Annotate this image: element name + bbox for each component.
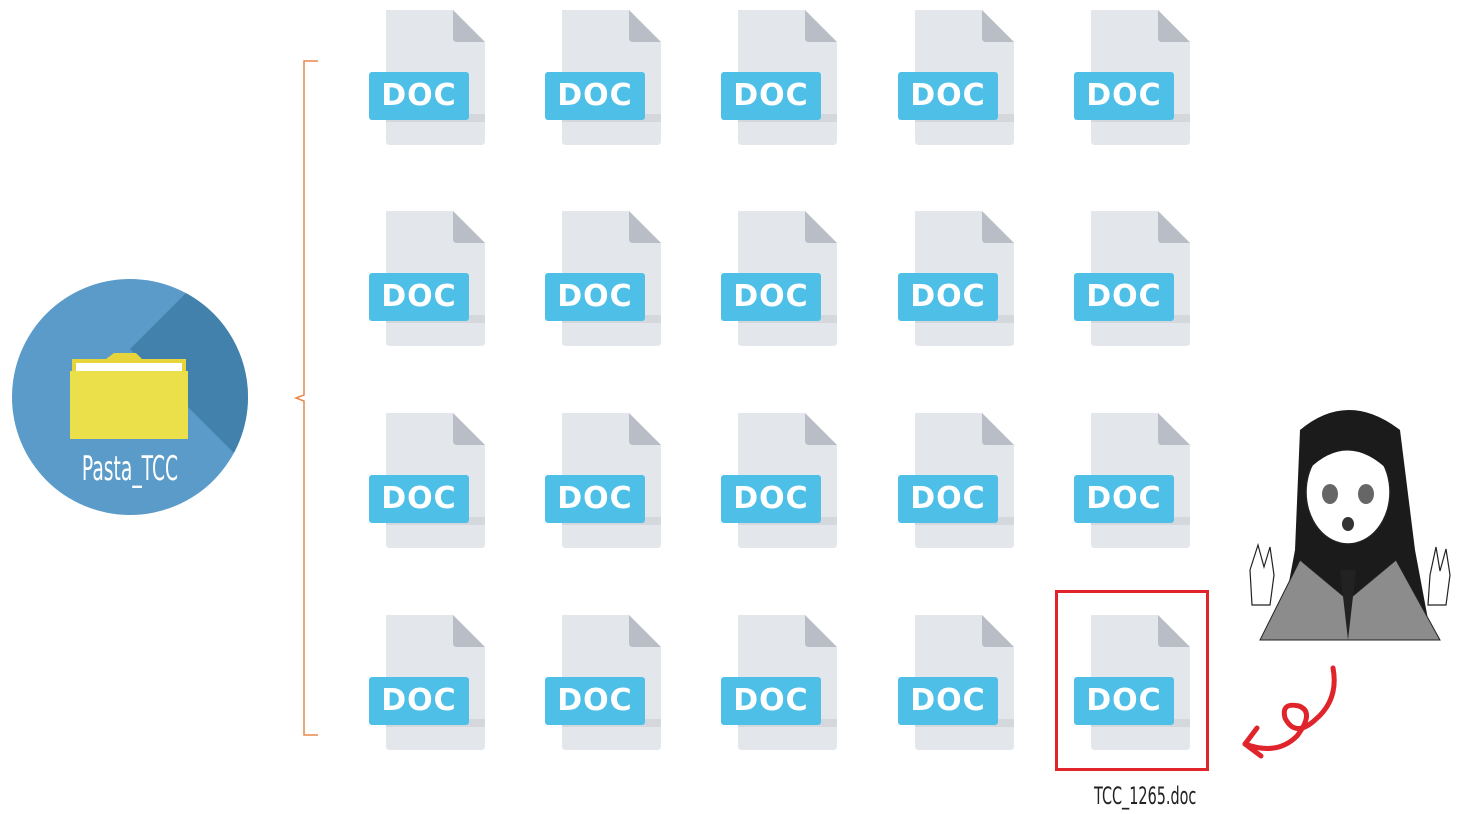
doc-type-label: DOC [369, 273, 469, 321]
doc-type-label: DOC [369, 475, 469, 523]
doc-type-label: DOC [898, 72, 998, 120]
doc-type-label: DOC [545, 475, 645, 523]
doc-file-icon[interactable]: DOC [721, 211, 841, 346]
diagram-canvas: Pasta_TCC DOC DOC DOC DOC DOC DOC DOC DOC DOC DOC… [0, 0, 1457, 814]
doc-type-label: DOC [898, 475, 998, 523]
file-caption: TCC_1265.doc [1094, 782, 1197, 810]
anime-girl-illustration [1249, 410, 1451, 641]
doc-file-icon[interactable]: DOC [721, 413, 841, 548]
doc-file-icon[interactable]: DOC [369, 211, 489, 346]
doc-file-icon[interactable]: DOC [898, 413, 1018, 548]
doc-type-label: DOC [545, 677, 645, 725]
doc-file-icon[interactable]: DOC [545, 10, 665, 145]
folder-label: Pasta_TCC [81, 449, 179, 489]
doc-type-label: DOC [1074, 475, 1174, 523]
doc-file-icon[interactable]: DOC [898, 10, 1018, 145]
doc-type-label: DOC [898, 677, 998, 725]
doc-file-icon[interactable]: DOC [721, 10, 841, 145]
doc-type-label: DOC [1074, 273, 1174, 321]
red-arrow-icon [1242, 665, 1337, 759]
doc-file-icon[interactable]: DOC [545, 413, 665, 548]
doc-type-label: DOC [721, 273, 821, 321]
doc-file-icon[interactable]: DOC [1074, 10, 1194, 145]
doc-type-label: DOC [1074, 72, 1174, 120]
highlight-box [1055, 590, 1209, 771]
doc-file-icon[interactable]: DOC [898, 211, 1018, 346]
doc-type-label: DOC [545, 72, 645, 120]
folder-badge[interactable]: Pasta_TCC [12, 279, 248, 515]
doc-type-label: DOC [721, 677, 821, 725]
doc-type-label: DOC [721, 72, 821, 120]
bracket-connector [293, 60, 318, 736]
folder-icon [70, 353, 188, 439]
doc-file-icon[interactable]: DOC [369, 10, 489, 145]
doc-type-label: DOC [721, 475, 821, 523]
doc-file-icon[interactable]: DOC [369, 413, 489, 548]
doc-file-icon[interactable]: DOC [545, 211, 665, 346]
doc-type-label: DOC [898, 273, 998, 321]
doc-file-icon[interactable]: DOC [898, 615, 1018, 750]
doc-file-icon[interactable]: DOC [545, 615, 665, 750]
doc-file-icon[interactable]: DOC [1074, 413, 1194, 548]
doc-type-label: DOC [545, 273, 645, 321]
doc-file-icon[interactable]: DOC [1074, 211, 1194, 346]
doc-file-icon[interactable]: DOC [369, 615, 489, 750]
doc-type-label: DOC [369, 677, 469, 725]
doc-file-icon[interactable]: DOC [721, 615, 841, 750]
doc-type-label: DOC [369, 72, 469, 120]
